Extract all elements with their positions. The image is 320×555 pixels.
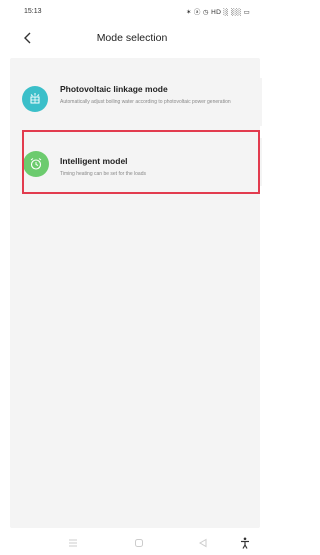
back-triangle-icon[interactable]	[196, 536, 210, 550]
mode-description: Automatically adjust boiling water accor…	[60, 99, 231, 105]
system-nav-bar	[0, 530, 264, 555]
photovoltaic-mode-option[interactable]: Photovoltaic linkage mode Automatically …	[12, 78, 262, 126]
intelligent-mode-option[interactable]: Intelligent model Timing heating can be …	[12, 138, 262, 186]
page-title: Mode selection	[96, 32, 168, 44]
mode-title: Intelligent model	[60, 156, 128, 166]
chevron-left-icon	[24, 32, 31, 44]
mode-list	[10, 58, 260, 528]
status-bar: 15:13 ✶ ⓐ ◷ HD ░ ░░ ▭	[0, 0, 264, 22]
menu-icon[interactable]	[66, 536, 80, 550]
status-time: 15:13	[24, 7, 42, 15]
accessibility-icon[interactable]	[238, 536, 252, 550]
solar-icon	[22, 86, 48, 112]
back-button[interactable]	[18, 28, 38, 48]
status-icons: ✶ ⓐ ◷ HD ░ ░░ ▭	[185, 8, 250, 16]
home-icon[interactable]	[132, 536, 146, 550]
mode-title: Photovoltaic linkage mode	[60, 84, 168, 94]
header: Mode selection	[0, 22, 264, 54]
mode-description: Timing heating can be set for the loads	[60, 171, 146, 177]
alarm-clock-icon	[23, 151, 49, 177]
